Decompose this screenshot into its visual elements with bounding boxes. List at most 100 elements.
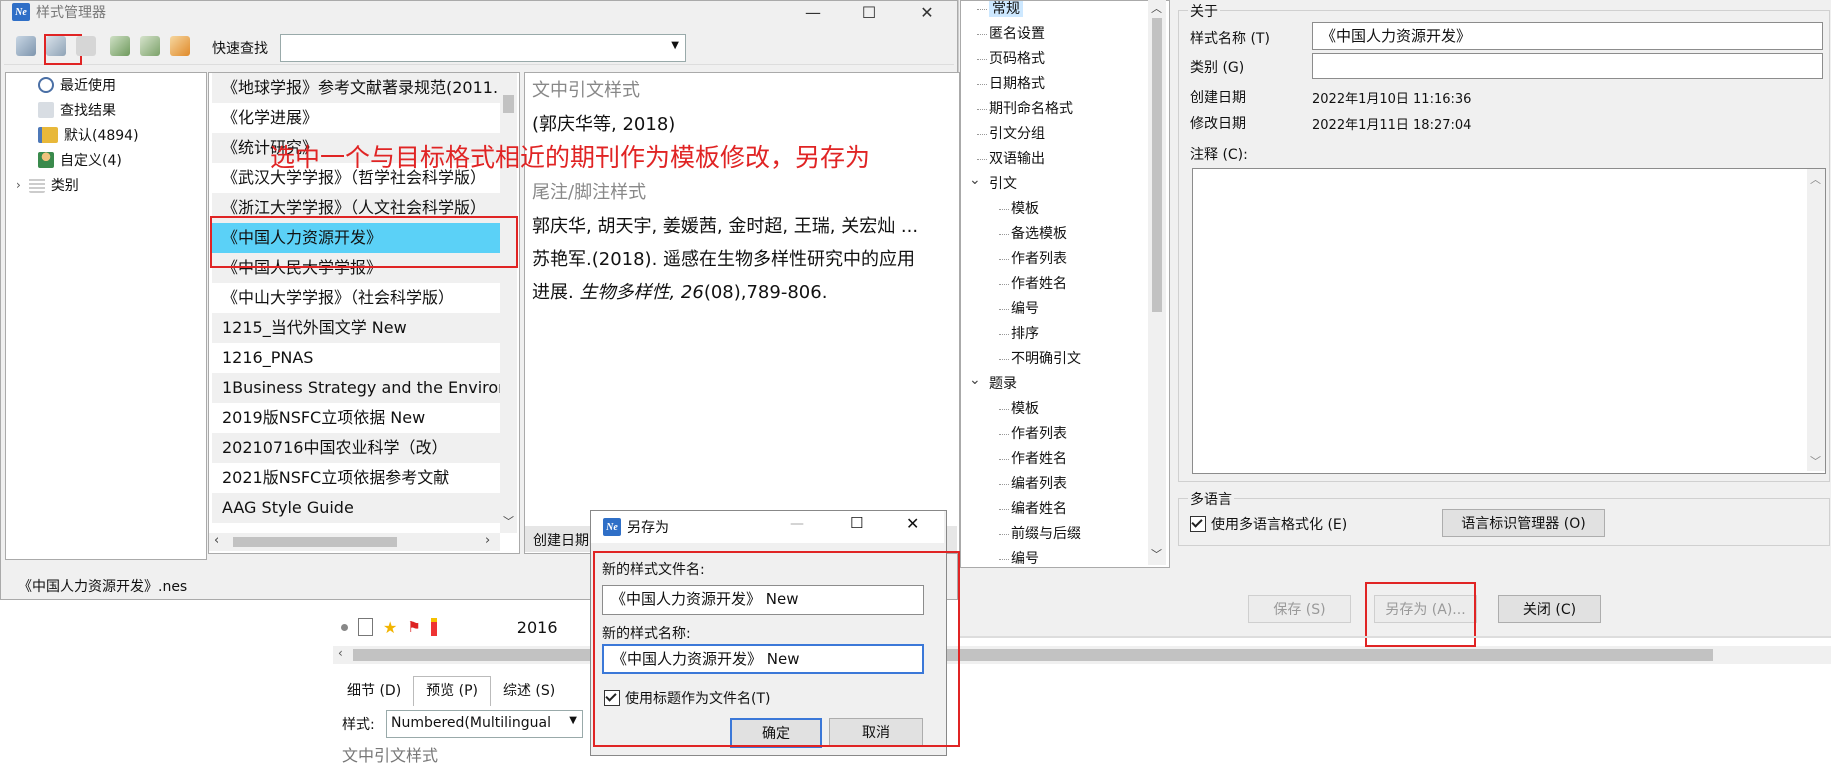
editor-tree-item[interactable]: ⌄ 题录 xyxy=(969,372,1017,396)
scroll-up-icon[interactable]: ︿ xyxy=(1810,171,1821,187)
editor-tree-item[interactable]: 前缀与后缀 xyxy=(999,522,1081,546)
dialog-maximize-button[interactable]: ☐ xyxy=(850,514,863,532)
editor-tree-item[interactable]: 引文分组 xyxy=(977,122,1045,146)
editor-tree-item[interactable]: 编者列表 xyxy=(999,472,1067,496)
chevron-right-icon[interactable]: › xyxy=(16,178,21,192)
notes-scrollbar[interactable]: ︿ ﹀ xyxy=(1807,169,1825,471)
style-list-item[interactable]: 1215_当代外国文学 New xyxy=(212,313,512,343)
editor-tree-item[interactable]: 编号 xyxy=(999,547,1039,567)
style-list-item[interactable]: 《化学进展》 xyxy=(212,103,512,133)
tree-connector xyxy=(977,159,987,160)
language-manager-button[interactable]: 语言标识管理器 (O) xyxy=(1442,509,1605,537)
editor-tree-label: 模板 xyxy=(1011,201,1039,217)
tree-item-custom[interactable]: 自定义(4) xyxy=(38,149,122,171)
tree-item-recent[interactable]: 最近使用 xyxy=(38,74,116,96)
style-list-item[interactable]: 《中山大学学报》（社会科学版） xyxy=(212,283,512,313)
chevron-down-icon: ▼ xyxy=(569,715,577,726)
tree-item-search-results[interactable]: 查找结果 xyxy=(38,99,116,121)
notes-label: 注释 (C): xyxy=(1190,147,1248,163)
editor-tree-item[interactable]: 备选模板 xyxy=(999,222,1067,246)
tab-details[interactable]: 细节 (D) xyxy=(335,676,413,706)
scroll-right-icon[interactable]: › xyxy=(485,533,490,548)
dot-icon xyxy=(341,623,348,631)
style-list-item[interactable]: 《地球学报》参考文献著录规范(2011. xyxy=(212,73,512,103)
tab-preview[interactable]: 预览 (P) xyxy=(413,676,491,706)
save-as-title: 另存为 xyxy=(627,520,669,536)
editor-tree-item[interactable]: 匿名设置 xyxy=(977,22,1045,46)
editor-tree-item[interactable]: 编者姓名 xyxy=(999,497,1067,521)
multilang-checkbox[interactable]: 使用多语言格式化 (E) xyxy=(1190,514,1347,534)
background-hscrollbar[interactable]: ‹ xyxy=(333,646,1831,664)
chevron-down-icon[interactable]: ⌄ xyxy=(969,368,981,392)
tree-connector xyxy=(999,434,1009,435)
scroll-down-icon[interactable]: ﹀ xyxy=(503,513,514,529)
close-window-button[interactable]: ✕ xyxy=(904,0,950,24)
style-list-item[interactable]: 20210716中国农业科学（改） xyxy=(212,433,512,463)
import-style-icon[interactable] xyxy=(110,36,130,56)
tab-summary[interactable]: 综述 (S) xyxy=(491,676,567,706)
minimize-button[interactable]: — xyxy=(790,0,836,24)
scroll-down-icon[interactable]: ﹀ xyxy=(1151,546,1162,562)
style-select[interactable]: Numbered(Multilingual ▼ xyxy=(386,710,583,738)
tree-item-category[interactable]: › 类别 xyxy=(16,174,79,196)
save-button[interactable]: 保存 (S) xyxy=(1248,595,1351,623)
editor-tree-item[interactable]: 期刊命名格式 xyxy=(977,97,1073,121)
chevron-down-icon: ▼ xyxy=(671,40,679,51)
tree-item-label: 自定义(4) xyxy=(60,153,122,169)
editor-tree-item[interactable]: 双语输出 xyxy=(977,147,1045,171)
editor-tree-scrollbar[interactable]: ︿ ﹀ xyxy=(1148,0,1166,565)
user-icon xyxy=(38,152,54,168)
close-button[interactable]: 关闭 (C) xyxy=(1498,595,1601,623)
export-style-icon[interactable] xyxy=(140,36,160,56)
category-field[interactable] xyxy=(1312,53,1823,79)
sync-style-icon[interactable] xyxy=(170,36,190,56)
editor-tree-panel: 常规 匿名设置 页码格式 日期格式 期刊命名格式 引文分组 双语输出 ⌄ 引文 模板 备选模板 作者列… xyxy=(960,0,1170,568)
editor-tree-label: 常规 xyxy=(989,1,1023,17)
style-list-item[interactable]: 1216_PNAS xyxy=(212,343,512,373)
scroll-left-icon[interactable]: ‹ xyxy=(214,533,219,548)
dialog-close-button[interactable]: ✕ xyxy=(906,514,919,533)
intext-sample: (郭庆华等, 2018) xyxy=(532,114,676,135)
editor-tree-item[interactable]: 作者列表 xyxy=(999,247,1067,271)
editor-tree-item[interactable]: 不明确引文 xyxy=(999,347,1081,371)
checkbox-checked-icon xyxy=(1190,516,1206,532)
multilang-group-label: 多语言 xyxy=(1188,489,1234,509)
style-name-field[interactable]: 《中国人力资源开发》 xyxy=(1312,22,1823,50)
scroll-left-icon[interactable]: ‹ xyxy=(338,646,343,660)
flag-icon: ⚑ xyxy=(407,618,421,636)
style-list-hscrollbar[interactable]: ‹ › xyxy=(209,533,500,551)
dialog-minimize-button[interactable]: — xyxy=(790,516,804,532)
quick-find-combo[interactable]: ▼ xyxy=(280,34,686,62)
editor-tree-item[interactable]: 作者列表 xyxy=(999,422,1067,446)
editor-tree-label: 题录 xyxy=(989,376,1017,392)
delete-style-icon[interactable] xyxy=(76,36,96,56)
scroll-down-icon[interactable]: ﹀ xyxy=(1810,453,1821,469)
editor-tree-item[interactable]: 作者姓名 xyxy=(999,447,1067,471)
style-list-item[interactable]: AAG Style Guide xyxy=(212,493,512,523)
editor-tree-item[interactable]: 模板 xyxy=(999,197,1039,221)
new-style-icon[interactable] xyxy=(16,36,36,56)
chevron-down-icon[interactable]: ⌄ xyxy=(969,168,981,192)
editor-tree-item[interactable]: 作者姓名 xyxy=(999,272,1067,296)
tree-item-default[interactable]: 默认(4894) xyxy=(38,124,139,146)
style-list-item[interactable]: 2021版NSFC立项依据参考文献 xyxy=(212,463,512,493)
maximize-button[interactable]: ☐ xyxy=(846,0,892,24)
editor-tree-item[interactable]: 排序 xyxy=(999,322,1039,346)
editor-tree-item[interactable]: 页码格式 xyxy=(977,47,1045,71)
style-list-item[interactable]: 1Business Strategy and the Environm xyxy=(212,373,512,403)
editor-tree-item[interactable]: 编号 xyxy=(999,297,1039,321)
tree-connector xyxy=(999,234,1009,235)
editor-tree-item[interactable]: 日期格式 xyxy=(977,72,1045,96)
modified-label: 修改日期 xyxy=(1190,116,1246,132)
style-list-item[interactable]: 2019版NSFC立项依据 New xyxy=(212,403,512,433)
editor-tree-item[interactable]: ⌄ 引文 xyxy=(969,172,1017,196)
notes-textarea[interactable]: ︿ ﹀ xyxy=(1192,168,1826,474)
tree-connector xyxy=(999,459,1009,460)
editor-tree-label: 编号 xyxy=(1011,551,1039,567)
editor-tree-item[interactable]: 模板 xyxy=(999,397,1039,421)
background-row[interactable]: ★ ⚑ 2016 xyxy=(335,614,595,640)
book-icon xyxy=(38,127,58,143)
editor-tree-item[interactable]: 常规 xyxy=(977,1,1023,21)
style-select-value: Numbered(Multilingual xyxy=(391,715,551,731)
scroll-up-icon[interactable]: ︿ xyxy=(1151,0,1162,16)
